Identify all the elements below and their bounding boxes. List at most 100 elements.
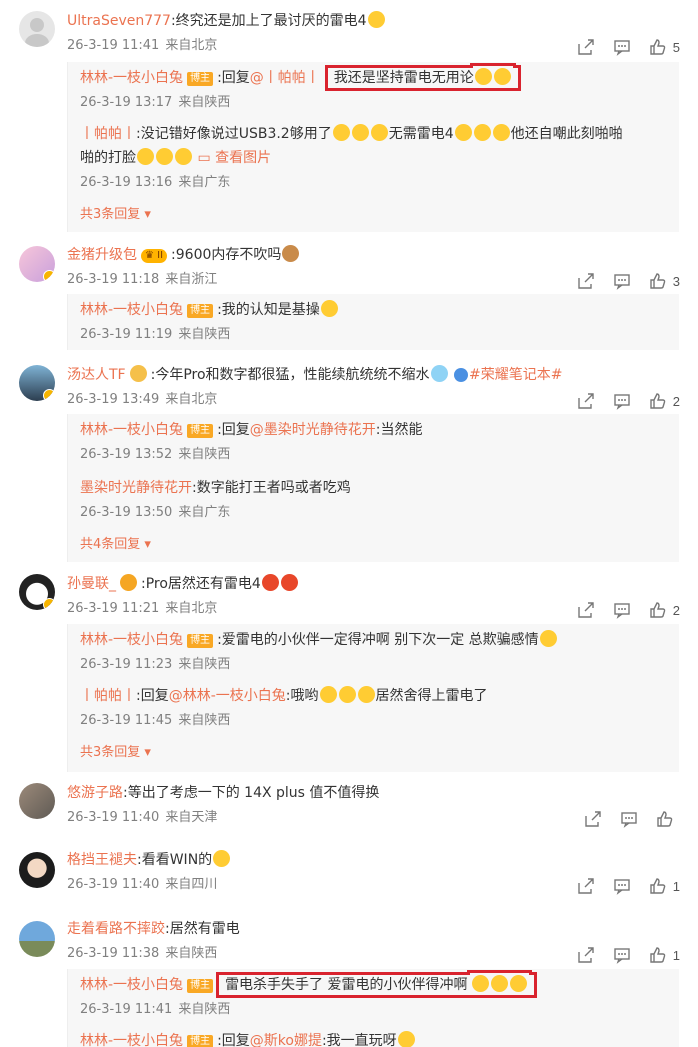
reply-time: 26-3-19 11:23 [80, 657, 173, 672]
share-icon[interactable] [577, 272, 595, 290]
comment-time: 26-3-19 11:21 [67, 601, 160, 616]
comment-time: 26-3-19 11:40 [67, 877, 160, 892]
reply-text: 我还是坚持雷电无用论 [333, 70, 474, 86]
comment-icon[interactable] [613, 38, 631, 56]
emoji-icon [454, 124, 472, 141]
comment-time: 26-3-19 11:41 [67, 38, 160, 53]
emoji-icon [137, 148, 154, 165]
like-icon[interactable] [649, 38, 667, 56]
reply-author[interactable]: 林林-一枝小白兔 [80, 70, 183, 86]
comment-location: 来自天津 [165, 810, 218, 825]
author-badge: 博主 [187, 72, 214, 86]
share-icon[interactable] [577, 392, 595, 410]
avatar[interactable] [19, 574, 55, 610]
comment-icon[interactable] [613, 272, 631, 290]
more-replies-link[interactable]: 共3条回复 ▾ [80, 744, 151, 762]
reply-list: 林林-一枝小白兔 博主:回复@墨染时光静待花开:当然能 26-3-19 13:52… [67, 414, 679, 562]
reply-location: 来自广东 [178, 175, 231, 190]
like-count: 2 [672, 602, 680, 618]
verified-badge-icon [43, 598, 55, 610]
reply-author[interactable]: 林林-一枝小白兔 [80, 302, 183, 318]
avatar[interactable] [19, 246, 55, 282]
reply-author[interactable]: 丨帕帕丨 [80, 126, 136, 142]
comment-actions: 5 [559, 37, 680, 57]
topic-icon [454, 368, 468, 382]
share-icon[interactable] [584, 810, 602, 828]
topic-link[interactable]: #荣耀笔记本# [453, 367, 562, 383]
avatar[interactable] [19, 783, 55, 819]
like-icon[interactable] [649, 877, 667, 895]
reply-text: 此刻啪啪 [566, 126, 623, 142]
comment-icon[interactable] [613, 877, 631, 895]
comment-author[interactable]: 格挡王褪夫 [67, 852, 137, 868]
avatar[interactable] [19, 11, 55, 47]
emoji-icon [332, 124, 350, 141]
comment-text: :看看WIN的 [137, 852, 213, 868]
avatar[interactable] [19, 365, 55, 401]
comment-actions: 3 [559, 271, 680, 291]
like-count: 5 [672, 39, 680, 55]
comment-time: 26-3-19 11:40 [67, 810, 160, 825]
more-replies-link[interactable]: 共4条回复 ▾ [80, 536, 151, 554]
comment-author[interactable]: UltraSeven777 [67, 13, 171, 29]
more-replies-link[interactable]: 共3条回复 ▾ [80, 206, 151, 224]
reply-author[interactable]: 林林-一枝小白兔 [80, 422, 183, 438]
like-icon[interactable] [649, 392, 667, 410]
verified-badge-icon [43, 389, 55, 401]
comment-actions: 1 [559, 945, 680, 965]
reply-mention[interactable]: @斯ko娜提 [250, 1033, 322, 1047]
comment-author[interactable]: 孙曼联_ [67, 576, 116, 592]
crown-icon [129, 365, 147, 382]
comment-author[interactable]: 金猪升级包 [67, 247, 137, 263]
reply-mention[interactable]: @丨帕帕丨 [250, 70, 320, 86]
reply-author[interactable]: 林林-一枝小白兔 [80, 632, 183, 648]
like-icon[interactable] [649, 601, 667, 619]
comment-icon[interactable] [613, 392, 631, 410]
reply-author[interactable]: 林林-一枝小白兔 [80, 977, 183, 993]
comment-location: 来自北京 [165, 601, 218, 616]
emoji-icon [338, 686, 356, 703]
emoji-icon [156, 148, 173, 165]
like-icon[interactable] [649, 946, 667, 964]
share-icon[interactable] [577, 601, 595, 619]
emoji-icon [261, 574, 279, 591]
avatar[interactable] [19, 921, 55, 957]
comment-text: :等出了考虑一下的 14X plus 值不值得换 [123, 785, 380, 801]
share-icon[interactable] [577, 38, 595, 56]
reply-time: 26-3-19 13:17 [80, 95, 173, 110]
reply-text: :当然能 [375, 422, 423, 438]
reply-author[interactable]: 林林-一枝小白兔 [80, 1033, 183, 1047]
reply-author[interactable]: 墨染时光静待花开 [80, 480, 192, 496]
reply-time: 26-3-19 13:52 [80, 447, 173, 462]
comment-icon[interactable] [613, 946, 631, 964]
author-badge: 博主 [187, 424, 214, 438]
emoji-icon [474, 68, 492, 85]
view-image-link[interactable]: ▭ 查看图片 [197, 150, 271, 166]
emoji-icon [319, 686, 337, 703]
share-icon[interactable] [577, 946, 595, 964]
emoji-icon [351, 124, 369, 141]
share-icon[interactable] [577, 877, 595, 895]
reply-author[interactable]: 丨帕帕丨 [80, 688, 136, 704]
like-count: 1 [672, 878, 680, 894]
like-icon[interactable] [656, 810, 674, 828]
like-icon[interactable] [649, 272, 667, 290]
emoji-icon [509, 975, 527, 992]
comment-location: 来自北京 [165, 38, 218, 53]
emoji-icon [175, 148, 192, 165]
comment-location: 来自北京 [165, 392, 218, 407]
comment-icon[interactable] [620, 810, 638, 828]
comment-author[interactable]: 走着看路不摔跤 [67, 921, 165, 937]
comment-actions [566, 809, 680, 829]
reply-text: :数字能打王者吗或者吃鸡 [192, 480, 351, 496]
comment-icon[interactable] [613, 601, 631, 619]
reply-mention[interactable]: @林林-一枝小白兔 [169, 688, 286, 704]
comment-location: 来自浙江 [165, 272, 218, 287]
comment-author[interactable]: 汤达人TF [67, 367, 126, 383]
reply-mention[interactable]: @墨染时光静待花开 [250, 422, 376, 438]
comment-actions: 2 [559, 600, 680, 620]
like-count: 2 [672, 393, 680, 409]
comment-author[interactable]: 悠游子路 [67, 785, 123, 801]
reply-time: 26-3-19 11:45 [80, 713, 173, 728]
avatar[interactable] [19, 852, 55, 888]
